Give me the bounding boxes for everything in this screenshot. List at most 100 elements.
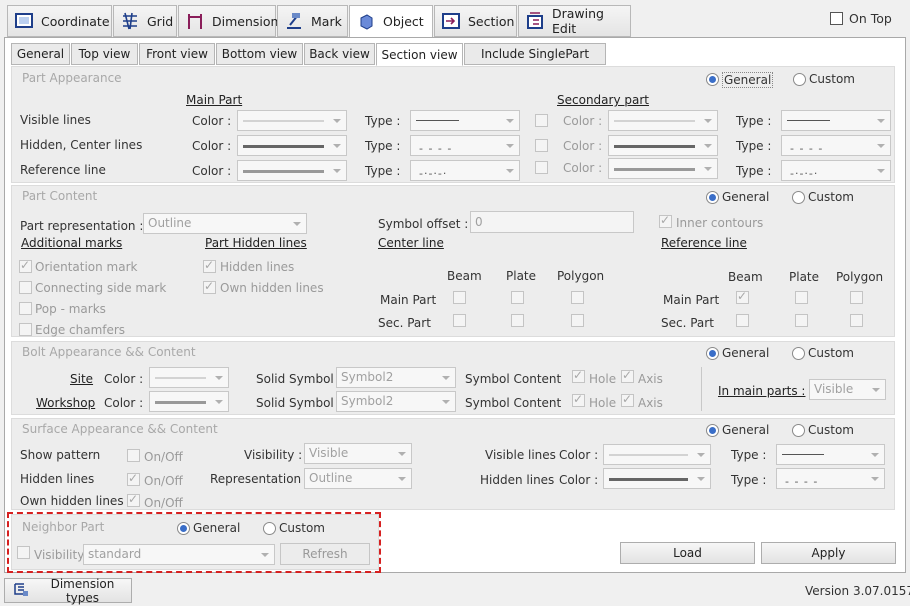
symbol-offset-input[interactable]: 0 <box>470 211 634 233</box>
dimension-types-button[interactable]: Dimension types <box>4 577 132 605</box>
subtab-label: Front view <box>146 47 208 61</box>
part-representation-dropdown[interactable]: Outline <box>143 213 307 234</box>
neighbor-visibility-dropdown[interactable]: standard <box>83 544 275 565</box>
general-radio-label: General <box>722 346 770 360</box>
main-visible-color-dropdown[interactable] <box>237 110 347 131</box>
ref-main-polygon-checkbox[interactable] <box>850 291 863 304</box>
general-radio[interactable] <box>177 522 190 535</box>
pop-marks-checkbox[interactable] <box>19 302 32 315</box>
surface-visible-color-dropdown[interactable] <box>603 444 711 465</box>
on-top-checkbox[interactable] <box>830 12 843 25</box>
own-hidden-lines-checkbox[interactable] <box>127 492 140 507</box>
subtab-general[interactable]: General <box>11 43 70 65</box>
load-button[interactable]: Load <box>620 542 755 564</box>
workshop-symbol-dropdown[interactable]: Symbol2 <box>336 391 456 412</box>
secondary-visible-color-dropdown[interactable] <box>608 110 718 131</box>
ref-main-beam-checkbox[interactable] <box>736 289 749 304</box>
center-main-plate-checkbox[interactable] <box>511 291 524 304</box>
orientation-mark-checkbox[interactable] <box>19 258 32 273</box>
dimension-types-icon <box>13 581 29 600</box>
neighbor-visibility-checkbox[interactable] <box>17 546 30 559</box>
inner-contours-checkbox[interactable] <box>659 213 672 228</box>
representation-dropdown[interactable]: Outline <box>304 468 412 489</box>
orientation-mark-label: Orientation mark <box>35 260 138 274</box>
general-radio[interactable] <box>706 73 719 86</box>
custom-radio[interactable] <box>792 191 805 204</box>
custom-radio[interactable] <box>793 73 806 86</box>
general-radio[interactable] <box>706 191 719 204</box>
subtab-bottom-view[interactable]: Bottom view <box>216 43 303 65</box>
subtab-label: Top view <box>78 47 131 61</box>
polygon-column: Polygon <box>557 269 605 283</box>
center-sec-beam-checkbox[interactable] <box>453 314 466 327</box>
site-hole-checkbox[interactable] <box>572 368 585 383</box>
secondary-reference-type-dropdown[interactable]: -·-·-· <box>781 160 891 181</box>
subtab-back-view[interactable]: Back view <box>304 43 375 65</box>
connecting-side-mark-checkbox[interactable] <box>19 281 32 294</box>
subtab-include-singlepart[interactable]: Include SinglePart <box>464 43 606 65</box>
hidden-lines-label: Hidden lines <box>20 472 95 486</box>
secondary-hidden-checkbox[interactable] <box>535 139 548 152</box>
surface-visible-type-dropdown[interactable] <box>776 444 885 465</box>
tab-mark[interactable]: Mark <box>277 5 348 37</box>
hidden-lines-checkbox[interactable] <box>203 258 216 273</box>
center-sec-polygon-checkbox[interactable] <box>571 314 584 327</box>
visible-lines-label: Visible lines <box>20 113 91 127</box>
ref-sec-plate-checkbox[interactable] <box>795 314 808 327</box>
visibility-dropdown[interactable]: Visible <box>304 443 412 464</box>
site-symbol-dropdown[interactable]: Symbol2 <box>336 367 456 388</box>
workshop-color-dropdown[interactable] <box>149 391 229 412</box>
subtab-top-view[interactable]: Top view <box>71 43 138 65</box>
secondary-visible-checkbox[interactable] <box>535 114 548 127</box>
hidden-lines-checkbox[interactable] <box>127 471 140 486</box>
main-hidden-color-dropdown[interactable] <box>237 135 347 156</box>
workshop-axis-checkbox[interactable] <box>621 392 634 407</box>
tab-object[interactable]: Object <box>349 5 433 38</box>
tab-section[interactable]: Section <box>434 5 517 37</box>
tab-dimension[interactable]: Dimension <box>178 5 278 37</box>
type-label: Type : <box>731 473 767 487</box>
custom-radio[interactable] <box>263 522 276 535</box>
ref-sec-beam-checkbox[interactable] <box>736 314 749 327</box>
main-part-row: Main Part <box>380 293 437 307</box>
center-main-beam-checkbox[interactable] <box>453 291 466 304</box>
hidden-lines-label: Hidden lines <box>480 473 555 487</box>
show-pattern-checkbox[interactable] <box>127 449 140 462</box>
center-main-polygon-checkbox[interactable] <box>571 291 584 304</box>
main-reference-type-dropdown[interactable]: -·-·-· <box>410 160 520 181</box>
in-main-parts-dropdown[interactable]: Visible <box>809 379 886 400</box>
general-radio[interactable] <box>706 347 719 360</box>
tab-coordinate[interactable]: Coordinate <box>7 5 112 37</box>
site-color-dropdown[interactable] <box>149 367 229 388</box>
surface-hidden-color-dropdown[interactable] <box>603 468 711 489</box>
site-axis-checkbox[interactable] <box>621 368 634 383</box>
surface-hidden-type-dropdown[interactable]: - - - - <box>776 468 885 489</box>
subtab-section-view[interactable]: Section view <box>376 43 463 66</box>
ref-main-plate-checkbox[interactable] <box>795 291 808 304</box>
secondary-visible-type-dropdown[interactable] <box>781 110 891 131</box>
tab-grid[interactable]: Grid <box>113 5 177 37</box>
edge-chamfers-checkbox[interactable] <box>19 323 32 336</box>
center-sec-plate-checkbox[interactable] <box>511 314 524 327</box>
symbol-content-label: Symbol Content <box>465 372 562 386</box>
secondary-hidden-type-dropdown[interactable]: - - - - <box>781 135 891 156</box>
secondary-reference-color-dropdown[interactable] <box>608 158 718 179</box>
general-radio-label: General <box>193 521 241 535</box>
custom-radio[interactable] <box>792 424 805 437</box>
ref-sec-polygon-checkbox[interactable] <box>850 314 863 327</box>
apply-button[interactable]: Apply <box>761 542 896 564</box>
main-reference-color-dropdown[interactable] <box>237 160 347 181</box>
secondary-reference-checkbox[interactable] <box>535 161 548 174</box>
workshop-hole-checkbox[interactable] <box>572 392 585 407</box>
grid-icon <box>120 11 140 31</box>
refresh-button[interactable]: Refresh <box>280 543 370 565</box>
main-visible-type-dropdown[interactable] <box>410 110 520 131</box>
own-hidden-lines-checkbox[interactable] <box>203 279 216 294</box>
subtab-front-view[interactable]: Front view <box>139 43 215 65</box>
tab-drawing-edit[interactable]: Drawing Edit <box>518 5 631 37</box>
main-hidden-type-dropdown[interactable]: - - - - <box>410 135 520 156</box>
reference-line-label: Reference line <box>20 163 106 177</box>
custom-radio[interactable] <box>792 347 805 360</box>
secondary-hidden-color-dropdown[interactable] <box>608 135 718 156</box>
general-radio[interactable] <box>706 424 719 437</box>
